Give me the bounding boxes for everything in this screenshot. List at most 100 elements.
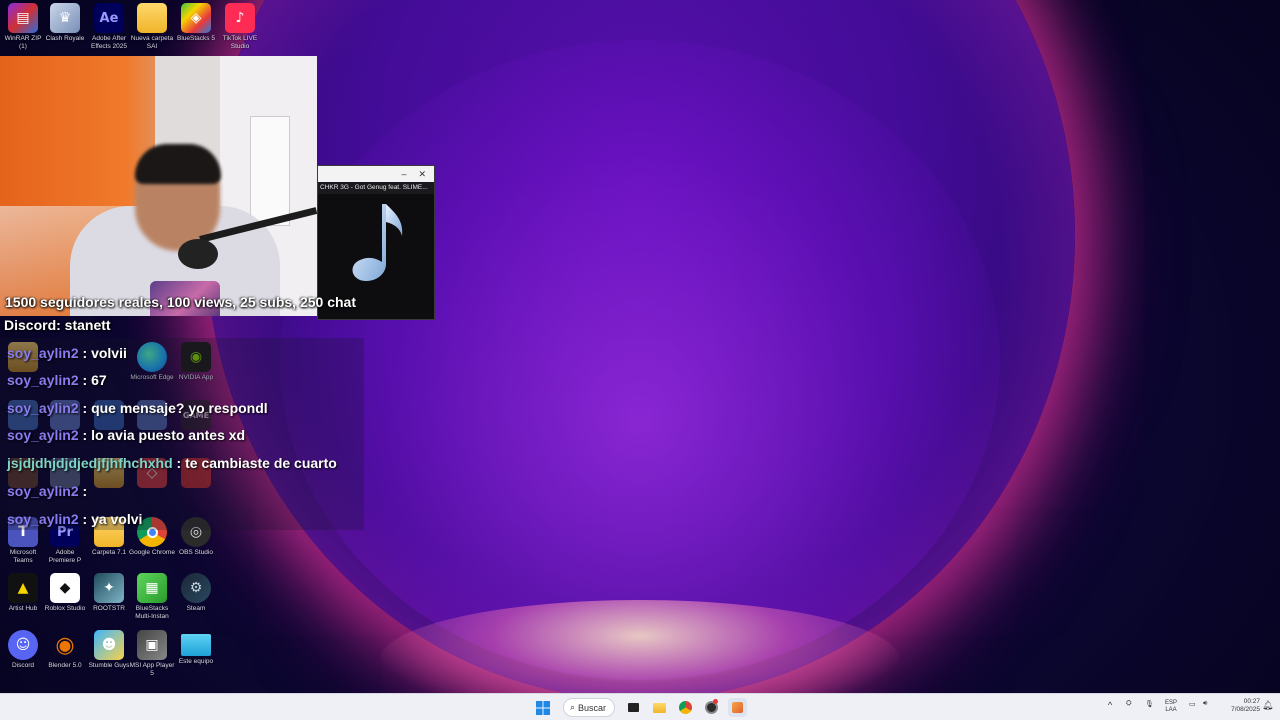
desktop-icon-after-effects[interactable]: Ae Adobe After Effects 2025 [86,3,132,51]
chat-message: jsjdjdhjdjdjedjfjhfhchxhd : te cambiaste… [7,455,337,471]
webcam-feed [0,56,317,316]
chat-username: soy_aylin2 [7,400,79,416]
bluestacks-icon: ◈ [181,3,211,33]
chat-text: 67 [91,372,107,388]
monitor-icon [181,634,211,656]
start-button[interactable] [533,698,552,717]
desktop-icon-stumble-guys[interactable]: ☻ Stumble Guys [86,630,132,678]
desktop-icon-label: Carpeta 7.1 [92,549,126,556]
search-icon: ⌕ [570,702,576,712]
desktop-icon-label: TikTok LIVE Studio [222,35,258,50]
chat-username: soy_aylin2 [7,372,79,388]
desktop-icon-label: Discord [11,662,35,669]
language-code: ESP [1165,700,1178,706]
desktop-icon-msi-player[interactable]: ▣ MSI App Player 5 [129,630,175,678]
taskbar-file-explorer[interactable] [650,698,669,717]
chat-message: soy_aylin2 : [7,483,87,499]
desktop-icon-label: Google Chrome [129,549,175,556]
media-popup-titlebar[interactable]: – ✕ [318,166,434,182]
artist-icon: ▲ [8,573,38,603]
folder-icon [137,3,167,33]
tray-display-icon[interactable]: ▭ [1189,700,1196,708]
chat-username: jsjdjdhjdjdjedjfjhfhchxhd [7,455,173,471]
chat-text: volvii [91,345,127,361]
desktop-icon-winrar[interactable]: ▤ WinRAR ZIP (1) [0,3,46,51]
tray-overflow-chevron-icon[interactable]: ^ [1108,700,1112,710]
desktop-icon-bluestacks[interactable]: ◈ BlueStacks 5 [173,3,219,51]
taskbar-clock[interactable]: 00:27 7/08/2025 [1230,698,1260,714]
clock-time: 00:27 [1243,698,1260,705]
task-view-button[interactable] [624,698,643,717]
tray-mic-icon[interactable]: 🎙︎ [1145,700,1154,708]
close-button[interactable]: ✕ [418,169,426,180]
desktop-icon-label: Adobe After Effects 2025 [90,35,128,50]
search-label: Buscar [578,702,607,713]
desktop-icon-this-pc[interactable]: Este equipo [173,630,219,674]
desktop-icon-game[interactable]: ✦ ROOTSTR [86,573,132,621]
desktop-icon-steam[interactable]: ⚙ Steam [173,573,219,621]
desktop-icon-label: BlueStacks Multi-Instan [135,605,169,620]
chat-separator: : [78,400,92,416]
taskbar: ⌕ Buscar ^ ⛭ 🎙︎ ESP LAA ▭ 🔊︎ 00:27 7/08/… [0,693,1280,720]
minimize-button[interactable]: – [401,169,406,179]
chat-separator: : [172,455,186,471]
stumble-guys-icon: ☻ [94,630,124,660]
tray-language[interactable]: ESP LAA [1165,700,1177,714]
desktop-icon-label: Adobe Premiere P [48,549,82,564]
roblox-icon: ◆ [50,573,80,603]
taskbar-search[interactable]: ⌕ Buscar [563,698,615,717]
taskbar-chrome[interactable] [676,698,695,717]
chat-text: ya volvi [91,511,143,527]
bluestacks-multi-icon: ▦ [137,573,167,603]
steam-icon: ⚙ [181,573,211,603]
clock-date: 7/08/2025 [1231,706,1260,713]
msi-icon: ▣ [137,630,167,660]
wallpaper-orb-glow [280,40,1000,680]
tiktok-icon: ♪ [225,3,255,33]
chat-message: soy_aylin2 : volvii [7,345,127,361]
chat-username: soy_aylin2 [7,427,79,443]
taskbar-obs[interactable] [702,698,721,717]
desktop-icon-label: Artist Hub [8,605,38,612]
desktop-icon-artist[interactable]: ▲ Artist Hub [0,573,46,621]
desktop-icon-label: ROOTSTR [93,605,125,612]
desktop-icon-label: Stumble Guys [88,662,130,669]
tray-network-icon[interactable]: ⛭ [1126,700,1132,708]
desktop-icon-roblox-studio[interactable]: ◆ Roblox Studio [42,573,88,621]
desktop-icon-clash-royale[interactable]: ♛ Clash Royale [42,3,88,51]
desktop-icon-label: OBS Studio [179,549,213,556]
media-player-icon [732,702,743,713]
discord-text: Discord: stanett [4,317,111,333]
desktop-icon-label: MSI App Player 5 [129,662,175,677]
webcam-poster [250,116,290,226]
webcam-person-hair [135,144,221,184]
chat-separator: : [78,483,88,499]
desktop-icon-folder-sai[interactable]: Nueva carpeta SAI [129,3,175,51]
clash-royale-icon: ♛ [50,3,80,33]
notifications-bell-icon[interactable]: 🔔︎ [1262,700,1273,711]
chat-text: lo avia puesto antes xd [91,427,246,443]
chat-message: soy_aylin2 : ya volvi [7,511,142,527]
music-note-icon [352,204,403,282]
chrome-icon [679,701,692,714]
chat-text: te cambiaste de cuarto [185,455,337,471]
taskbar-media-player[interactable] [728,698,747,717]
desktop-icon-tiktok-live[interactable]: ♪ TikTok LIVE Studio [217,3,263,51]
desktop-icon-bluestacks-multi[interactable]: ▦ BlueStacks Multi-Instan [129,573,175,621]
chat-separator: : [78,511,92,527]
tray-volume-icon[interactable]: 🔊︎ [1203,700,1207,708]
chat-separator: : [78,345,92,361]
media-track-title: CHKR 3G - Got Genug feat. SLIME... [318,182,434,194]
chat-username: soy_aylin2 [7,345,79,361]
desktop-icon-label: BlueStacks 5 [177,35,215,42]
desktop-icon-blender[interactable]: ◉ Blender 5.0 [42,630,88,678]
task-view-icon [628,703,639,712]
chat-message: soy_aylin2 : que mensaje? yo respondl [7,400,268,416]
chat-text: que mensaje? yo respondl [91,400,268,416]
windows-start-icon [535,700,550,715]
desktop-icon-label: WinRAR ZIP (1) [4,35,42,50]
desktop-icon-discord[interactable]: ☺ Discord [0,630,46,678]
folder-icon [653,702,666,713]
desktop-icon-label: Nueva carpeta SAI [130,35,174,50]
after-effects-icon: Ae [94,3,124,33]
